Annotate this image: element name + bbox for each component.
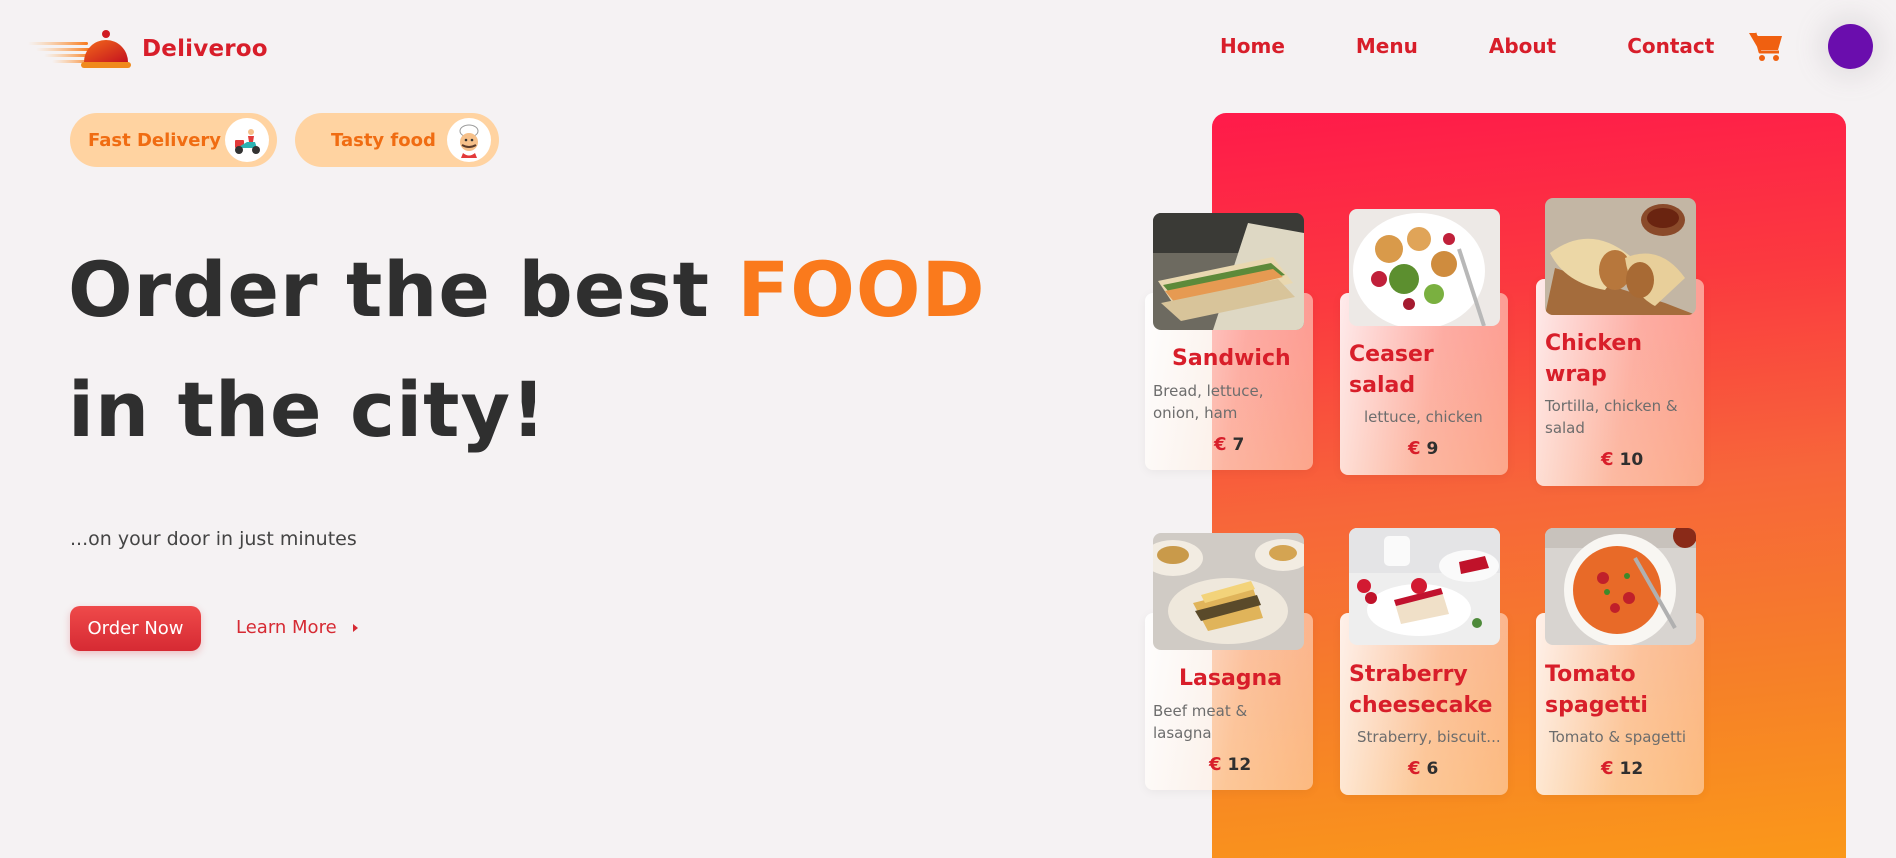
menu-item-description: Bread, lettuce, onion, ham	[1153, 382, 1264, 422]
menu-item-description: lettuce, chicken	[1364, 408, 1483, 426]
badge-label: Fast Delivery	[88, 129, 222, 151]
price-value: 10	[1619, 450, 1644, 470]
nav-menu[interactable]: Menu	[1356, 30, 1418, 62]
menu-item-price: €12	[1209, 754, 1251, 775]
menu-item-name: Tomato spagetti	[1545, 662, 1648, 718]
chicken-wrap-image	[1545, 198, 1696, 315]
shopping-cart-icon[interactable]	[1748, 30, 1784, 62]
hero-subtitle: ...on your door in just minutes	[70, 528, 357, 550]
menu-item-name: Straberry cheesecake	[1349, 662, 1493, 718]
euro-symbol: €	[1601, 449, 1614, 470]
price-value: 12	[1619, 759, 1644, 779]
main-nav: Home Menu About Contact	[1220, 30, 1714, 62]
nav-home[interactable]: Home	[1220, 30, 1285, 62]
ceaser-salad-image	[1349, 209, 1500, 326]
menu-item-name: Sandwich	[1172, 346, 1291, 371]
price-value: 6	[1426, 759, 1439, 779]
euro-symbol: €	[1408, 758, 1421, 779]
fast-delivery-badge: Fast Delivery	[70, 113, 277, 167]
menu-item-name: Ceaser salad	[1349, 342, 1434, 398]
brand-name: Deliveroo	[142, 36, 268, 62]
hero-headline-line2: in the city!	[68, 365, 547, 454]
menu-item-price: €12	[1601, 758, 1643, 779]
lasagna-image	[1153, 533, 1304, 650]
badge-label: Tasty food	[331, 129, 436, 151]
euro-symbol: €	[1209, 754, 1222, 775]
menu-item-description: Straberry, biscuit...	[1357, 728, 1501, 746]
sandwich-image	[1153, 213, 1304, 330]
hero-headline: Order the best FOOD	[68, 242, 986, 338]
learn-more-link[interactable]: Learn More	[236, 617, 358, 638]
tasty-food-badge: Tasty food	[295, 113, 499, 167]
brand-logo[interactable]: Deliveroo	[28, 28, 268, 70]
price-value: 7	[1232, 435, 1245, 455]
menu-item-name: Chicken wrap	[1545, 331, 1643, 387]
euro-symbol: €	[1214, 434, 1227, 455]
delivery-scooter-icon	[225, 118, 269, 162]
price-value: 9	[1426, 439, 1439, 459]
euro-symbol: €	[1408, 438, 1421, 459]
menu-item-price: €7	[1214, 434, 1244, 455]
site-header: Deliveroo Home Menu About Contact	[0, 0, 1896, 92]
menu-item-description: Beef meat & lasagna	[1153, 702, 1248, 742]
hero-headline-text: Order the best	[68, 245, 738, 334]
hero-accent-word: FOOD	[737, 245, 986, 334]
caret-right-icon	[352, 623, 358, 632]
menu-item-description: Tortilla, chicken & salad	[1545, 397, 1678, 437]
menu-item-price: €6	[1408, 758, 1438, 779]
order-now-button[interactable]: Order Now	[70, 606, 201, 651]
price-value: 12	[1227, 755, 1252, 775]
menu-item-name: Lasagna	[1179, 666, 1283, 691]
nav-about[interactable]: About	[1489, 30, 1556, 62]
cheesecake-image	[1349, 528, 1500, 645]
menu-item-description: Tomato & spagetti	[1549, 728, 1687, 746]
menu-item-price: €10	[1601, 449, 1643, 470]
nav-contact[interactable]: Contact	[1627, 30, 1714, 62]
tomato-spagetti-image	[1545, 528, 1696, 645]
euro-symbol: €	[1601, 758, 1614, 779]
chef-icon	[447, 118, 491, 162]
user-avatar[interactable]	[1828, 24, 1873, 69]
learn-more-label: Learn More	[236, 617, 337, 638]
menu-item-price: €9	[1408, 438, 1438, 459]
food-cloche-icon	[28, 30, 131, 68]
